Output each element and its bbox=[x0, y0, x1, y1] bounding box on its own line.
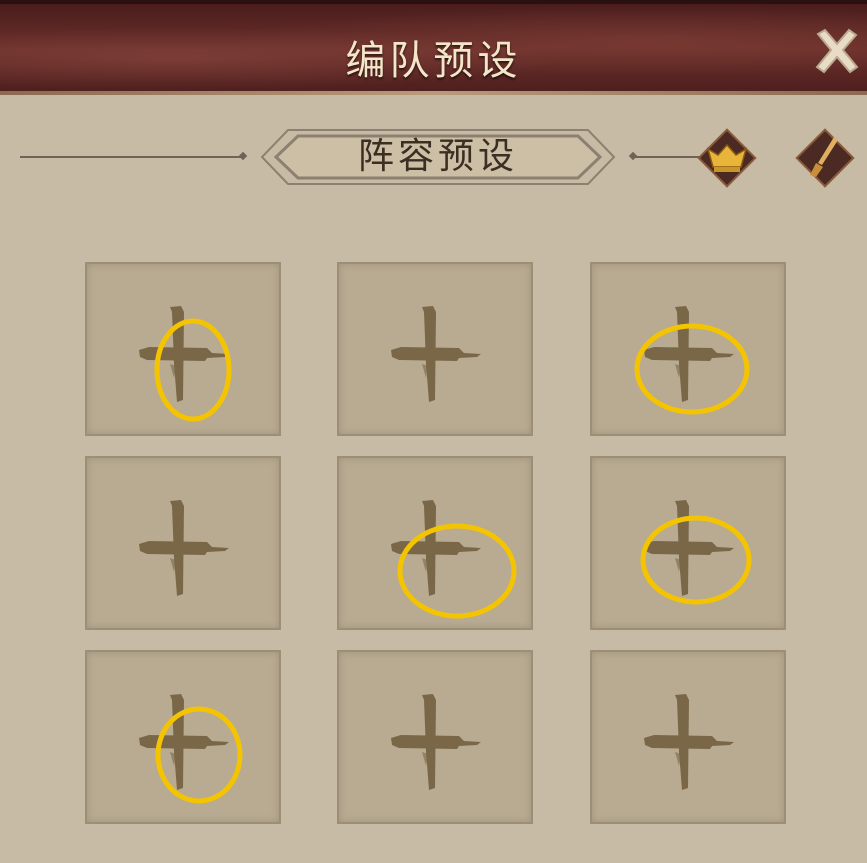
add-plus-icon bbox=[139, 694, 229, 790]
add-plus-icon bbox=[139, 306, 229, 402]
preset-slot-8[interactable] bbox=[337, 650, 533, 824]
add-plus-icon bbox=[391, 694, 481, 790]
add-plus-icon bbox=[391, 500, 481, 596]
preset-slot-6[interactable] bbox=[590, 456, 786, 630]
section-title: 阵容预设 bbox=[357, 136, 518, 177]
preset-slot-7[interactable] bbox=[85, 650, 281, 824]
preset-slot-9[interactable] bbox=[590, 650, 786, 824]
close-icon[interactable] bbox=[812, 26, 862, 76]
add-plus-icon bbox=[644, 694, 734, 790]
add-plus-icon bbox=[139, 500, 229, 596]
crown-emblem-icon[interactable] bbox=[694, 125, 760, 191]
add-plus-icon bbox=[391, 306, 481, 402]
preset-slot-5[interactable] bbox=[337, 456, 533, 630]
preset-slot-2[interactable] bbox=[337, 262, 533, 436]
section-header: 阵容预设 bbox=[0, 120, 867, 195]
preset-slot-3[interactable] bbox=[590, 262, 786, 436]
divider-left bbox=[20, 156, 242, 158]
brush-emblem-icon[interactable] bbox=[792, 125, 858, 191]
add-plus-icon bbox=[644, 306, 734, 402]
preset-slot-1[interactable] bbox=[85, 262, 281, 436]
preset-slot-4[interactable] bbox=[85, 456, 281, 630]
dialog-title: 编队预设 bbox=[345, 38, 522, 84]
title-bar: 编队预设 bbox=[0, 0, 867, 95]
add-plus-icon bbox=[644, 500, 734, 596]
